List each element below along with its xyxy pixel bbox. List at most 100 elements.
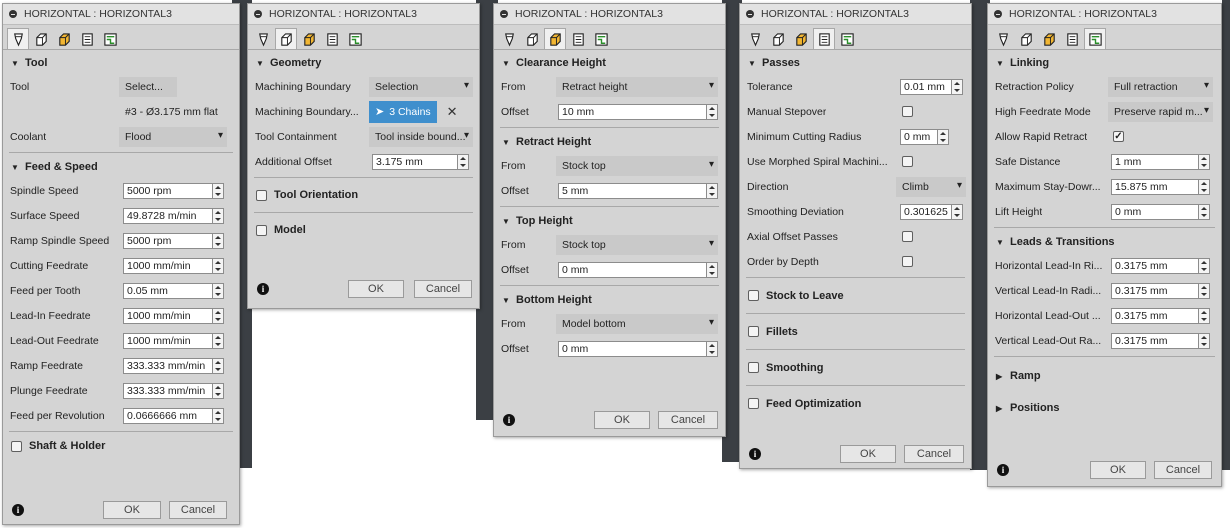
- tab-passes[interactable]: [813, 28, 835, 49]
- spinner[interactable]: [707, 103, 718, 120]
- manual-stepover-checkbox[interactable]: [902, 106, 913, 117]
- tab-heights[interactable]: [53, 28, 75, 49]
- section-bottom-height[interactable]: ▼ Bottom Height: [494, 289, 725, 311]
- collapse-icon[interactable]: [9, 10, 17, 18]
- high-feedrate-mode-dropdown[interactable]: Preserve rapid m...: [1108, 101, 1213, 122]
- spinner[interactable]: [1199, 203, 1210, 220]
- tab-heights[interactable]: [790, 28, 812, 49]
- section-fillets[interactable]: Fillets: [740, 317, 971, 346]
- lead-in-feedrate-input[interactable]: 1000 mm/min: [123, 307, 213, 324]
- direction-dropdown[interactable]: Climb: [896, 176, 966, 197]
- clearance-from-dropdown[interactable]: Retract height: [556, 76, 718, 97]
- spinner[interactable]: [1199, 307, 1210, 324]
- stock-to-leave-checkbox[interactable]: [748, 290, 759, 301]
- clearance-offset-input[interactable]: 10 mm: [558, 103, 707, 120]
- shaft-holder-checkbox[interactable]: [11, 440, 22, 452]
- tab-tool[interactable]: [498, 28, 520, 49]
- cancel-button[interactable]: Cancel: [904, 445, 964, 463]
- spinner[interactable]: [707, 182, 718, 199]
- retract-from-dropdown[interactable]: Stock top: [556, 155, 718, 176]
- tab-geometry[interactable]: [275, 28, 297, 49]
- surface-speed-input[interactable]: 49.8728 m/min: [123, 207, 213, 224]
- spinner[interactable]: [707, 261, 718, 278]
- tab-geometry[interactable]: [767, 28, 789, 49]
- spinner[interactable]: [213, 332, 224, 349]
- section-ramp[interactable]: ▶ Ramp: [988, 360, 1221, 392]
- ok-button[interactable]: OK: [594, 411, 650, 429]
- tab-tool[interactable]: [744, 28, 766, 49]
- collapse-icon[interactable]: [746, 10, 754, 18]
- tool-orientation-checkbox[interactable]: [256, 189, 267, 201]
- tab-heights[interactable]: [544, 28, 566, 49]
- section-geometry[interactable]: ▼ Geometry: [248, 52, 479, 74]
- ok-button[interactable]: OK: [348, 280, 404, 298]
- allow-rapid-retract-checkbox[interactable]: ✓: [1113, 131, 1124, 142]
- retraction-policy-dropdown[interactable]: Full retraction: [1108, 76, 1213, 97]
- tab-passes[interactable]: [567, 28, 589, 49]
- tool-select-button[interactable]: Select...: [119, 76, 177, 97]
- feed-per-rev-input[interactable]: 0.0666666 mm: [123, 407, 213, 424]
- ramp-feedrate-input[interactable]: 333.333 mm/min: [123, 357, 213, 374]
- tab-geometry[interactable]: [521, 28, 543, 49]
- tab-heights[interactable]: [1038, 28, 1060, 49]
- spinner[interactable]: [1199, 153, 1210, 170]
- collapse-icon[interactable]: [994, 10, 1002, 18]
- spindle-speed-input[interactable]: 5000 rpm: [123, 182, 213, 199]
- tab-geometry[interactable]: [30, 28, 52, 49]
- coolant-dropdown[interactable]: Flood: [119, 126, 227, 147]
- top-from-dropdown[interactable]: Stock top: [556, 234, 718, 255]
- spinner[interactable]: [707, 340, 718, 357]
- top-offset-input[interactable]: 0 mm: [558, 261, 707, 278]
- cancel-button[interactable]: Cancel: [1154, 461, 1212, 479]
- section-feed-speed[interactable]: ▼ Feed & Speed: [3, 156, 239, 178]
- smoothing-checkbox[interactable]: [748, 362, 759, 373]
- plunge-feedrate-input[interactable]: 333.333 mm/min: [123, 382, 213, 399]
- tool-containment-dropdown[interactable]: Tool inside bound...: [369, 126, 473, 147]
- v-lead-out-input[interactable]: 0.3175 mm: [1111, 332, 1199, 349]
- spinner[interactable]: [1199, 257, 1210, 274]
- section-stock-to-leave[interactable]: Stock to Leave: [740, 281, 971, 310]
- section-retract-height[interactable]: ▼ Retract Height: [494, 131, 725, 153]
- tab-passes[interactable]: [1061, 28, 1083, 49]
- spinner[interactable]: [213, 407, 224, 424]
- spinner[interactable]: [213, 207, 224, 224]
- tab-linking[interactable]: [1084, 28, 1106, 49]
- tab-linking[interactable]: [590, 28, 612, 49]
- cancel-button[interactable]: Cancel: [169, 501, 227, 519]
- spinner[interactable]: [1199, 178, 1210, 195]
- spinner[interactable]: [1199, 282, 1210, 299]
- info-icon[interactable]: i: [12, 504, 24, 516]
- tab-linking[interactable]: [836, 28, 858, 49]
- spinner[interactable]: [213, 182, 224, 199]
- tab-heights[interactable]: [298, 28, 320, 49]
- min-cut-radius-input[interactable]: 0 mm: [900, 128, 938, 145]
- lift-height-input[interactable]: 0 mm: [1111, 203, 1199, 220]
- ok-button[interactable]: OK: [840, 445, 896, 463]
- section-tool-orientation[interactable]: Tool Orientation: [248, 181, 479, 209]
- fillets-checkbox[interactable]: [748, 326, 759, 337]
- h-lead-out-input[interactable]: 0.3175 mm: [1111, 307, 1199, 324]
- info-icon[interactable]: i: [503, 414, 515, 426]
- spinner[interactable]: [458, 153, 469, 170]
- tab-geometry[interactable]: [1015, 28, 1037, 49]
- section-leads-transitions[interactable]: ▼ Leads & Transitions: [988, 231, 1221, 253]
- h-lead-in-input[interactable]: 0.3175 mm: [1111, 257, 1199, 274]
- cutting-feedrate-input[interactable]: 1000 mm/min: [123, 257, 213, 274]
- section-passes[interactable]: ▼ Passes: [740, 52, 971, 74]
- morphed-spiral-checkbox[interactable]: [902, 156, 913, 167]
- info-icon[interactable]: i: [257, 283, 269, 295]
- tab-tool[interactable]: [252, 28, 274, 49]
- max-stay-down-input[interactable]: 15.875 mm: [1111, 178, 1199, 195]
- bottom-from-dropdown[interactable]: Model bottom: [556, 313, 718, 334]
- section-linking[interactable]: ▼ Linking: [988, 52, 1221, 74]
- section-smoothing[interactable]: Smoothing: [740, 353, 971, 382]
- model-checkbox[interactable]: [256, 224, 267, 236]
- tab-passes[interactable]: [76, 28, 98, 49]
- bottom-offset-input[interactable]: 0 mm: [558, 340, 707, 357]
- cancel-button[interactable]: Cancel: [658, 411, 718, 429]
- section-clearance-height[interactable]: ▼ Clearance Height: [494, 52, 725, 74]
- safe-distance-input[interactable]: 1 mm: [1111, 153, 1199, 170]
- spinner[interactable]: [1199, 332, 1210, 349]
- machining-boundary-dropdown[interactable]: Selection: [369, 76, 473, 97]
- cancel-button[interactable]: Cancel: [414, 280, 472, 298]
